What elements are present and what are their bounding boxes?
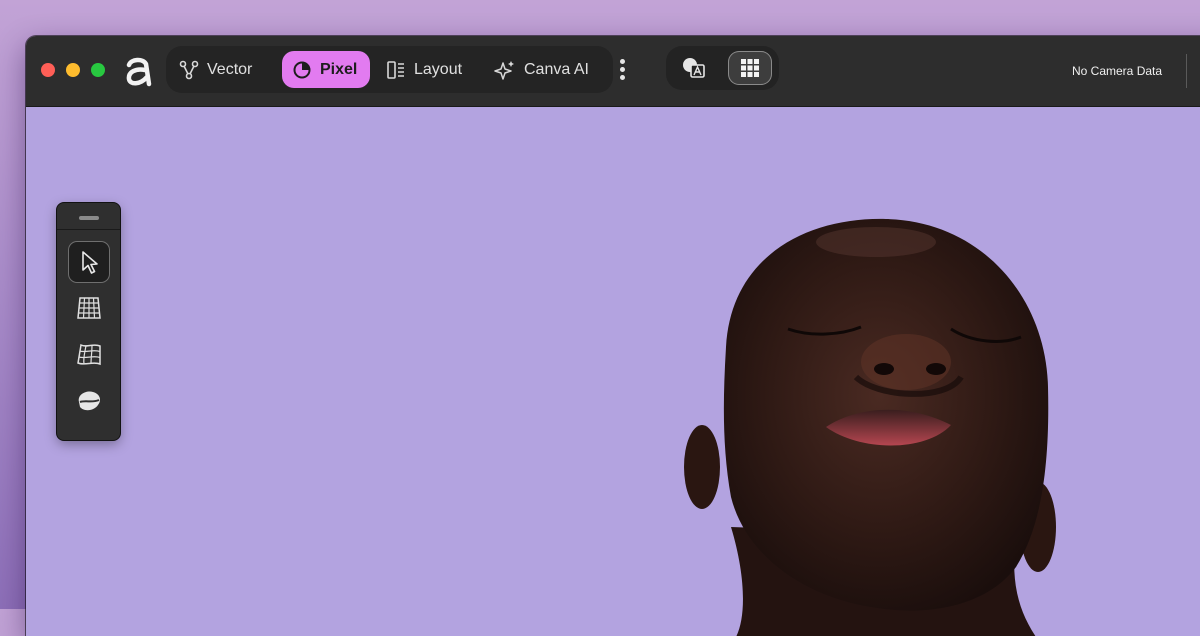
camera-status: No Camera Data xyxy=(1072,64,1163,78)
liquify-tool-button[interactable] xyxy=(68,380,110,422)
liquify-blob-icon xyxy=(78,391,101,411)
tab-pixel-label: Pixel xyxy=(320,60,358,78)
sparkle-icon xyxy=(494,60,514,80)
persona-switcher: Vector Pixel Layout Canva AI xyxy=(166,46,613,93)
tab-layout[interactable]: Layout xyxy=(386,51,476,88)
tab-layout-label: Layout xyxy=(414,60,463,78)
toolbar-divider xyxy=(1186,54,1187,88)
view-mode-group xyxy=(666,46,779,90)
tab-canva-ai-label: Canva AI xyxy=(524,60,589,78)
tools-panel xyxy=(57,203,120,440)
app-window: Vector Pixel Layout Canva AI No Camera D… xyxy=(26,36,1200,636)
affinity-a-logo-icon[interactable] xyxy=(123,54,153,88)
close-window-button[interactable] xyxy=(41,63,55,77)
cursor-arrow-icon xyxy=(82,251,98,274)
portrait-photo xyxy=(684,218,1056,636)
tab-canva-ai[interactable]: Canva AI xyxy=(494,51,604,88)
document-canvas[interactable] xyxy=(26,107,1200,636)
perspective-warp-tool-button[interactable] xyxy=(68,334,110,376)
grid-mesh-icon xyxy=(77,297,101,319)
grid-view-button[interactable] xyxy=(728,51,772,85)
layout-icon xyxy=(387,60,404,79)
minimize-window-button[interactable] xyxy=(66,63,80,77)
vertical-ellipsis-icon[interactable] xyxy=(617,59,627,83)
move-tool-button[interactable] xyxy=(68,241,110,283)
panel-drag-handle[interactable] xyxy=(79,216,99,220)
vector-pen-icon xyxy=(179,60,199,79)
grid-icon xyxy=(741,59,759,77)
pixel-persona-icon xyxy=(293,61,311,78)
title-bar: Vector Pixel Layout Canva AI No Camera D… xyxy=(26,36,1200,107)
text-style-button[interactable] xyxy=(672,51,716,85)
text-frame-icon xyxy=(683,58,705,78)
panel-divider xyxy=(57,229,120,230)
warp-grid-icon xyxy=(77,343,101,366)
mesh-warp-tool-button[interactable] xyxy=(68,287,110,329)
maximize-window-button[interactable] xyxy=(91,63,105,77)
tab-pixel[interactable]: Pixel xyxy=(282,51,370,88)
tab-vector[interactable]: Vector xyxy=(179,51,269,88)
tab-vector-label: Vector xyxy=(207,60,253,78)
